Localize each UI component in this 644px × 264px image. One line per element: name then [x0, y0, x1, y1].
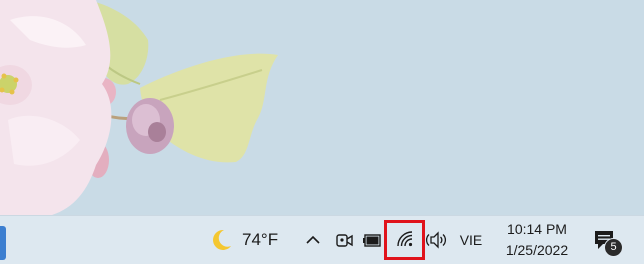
camera-icon	[336, 234, 353, 247]
taskbar-app-edge[interactable]	[0, 226, 6, 260]
desktop-wallpaper	[0, 0, 644, 215]
speaker-icon	[425, 231, 447, 249]
wifi-icon	[397, 231, 413, 247]
taskbar: 74°F VIE 10:14 PM 1/25/2022 5	[0, 215, 644, 264]
language-label: VIE	[459, 232, 483, 248]
notification-count-badge: 5	[604, 238, 623, 257]
clock-time: 10:14 PM	[507, 221, 567, 237]
battery-icon	[363, 234, 381, 247]
chevron-up-icon	[306, 235, 320, 244]
clock-date: 1/25/2022	[505, 242, 569, 258]
network-button[interactable]	[390, 224, 422, 256]
desktop: 74°F VIE 10:14 PM 1/25/2022 5	[0, 0, 644, 264]
input-language-button[interactable]: VIE	[454, 224, 488, 256]
meet-now-button[interactable]	[332, 224, 356, 256]
clock-button[interactable]: 10:14 PM 1/25/2022	[494, 218, 580, 262]
show-hidden-icons-button[interactable]	[300, 224, 326, 256]
crescent-moon-icon	[213, 229, 231, 250]
weather-widget[interactable]: 74°F	[208, 222, 292, 258]
notifications-button[interactable]: 5	[586, 224, 626, 258]
weather-temperature: 74°F	[242, 230, 279, 249]
battery-button[interactable]	[361, 224, 385, 256]
volume-button[interactable]	[424, 224, 448, 256]
